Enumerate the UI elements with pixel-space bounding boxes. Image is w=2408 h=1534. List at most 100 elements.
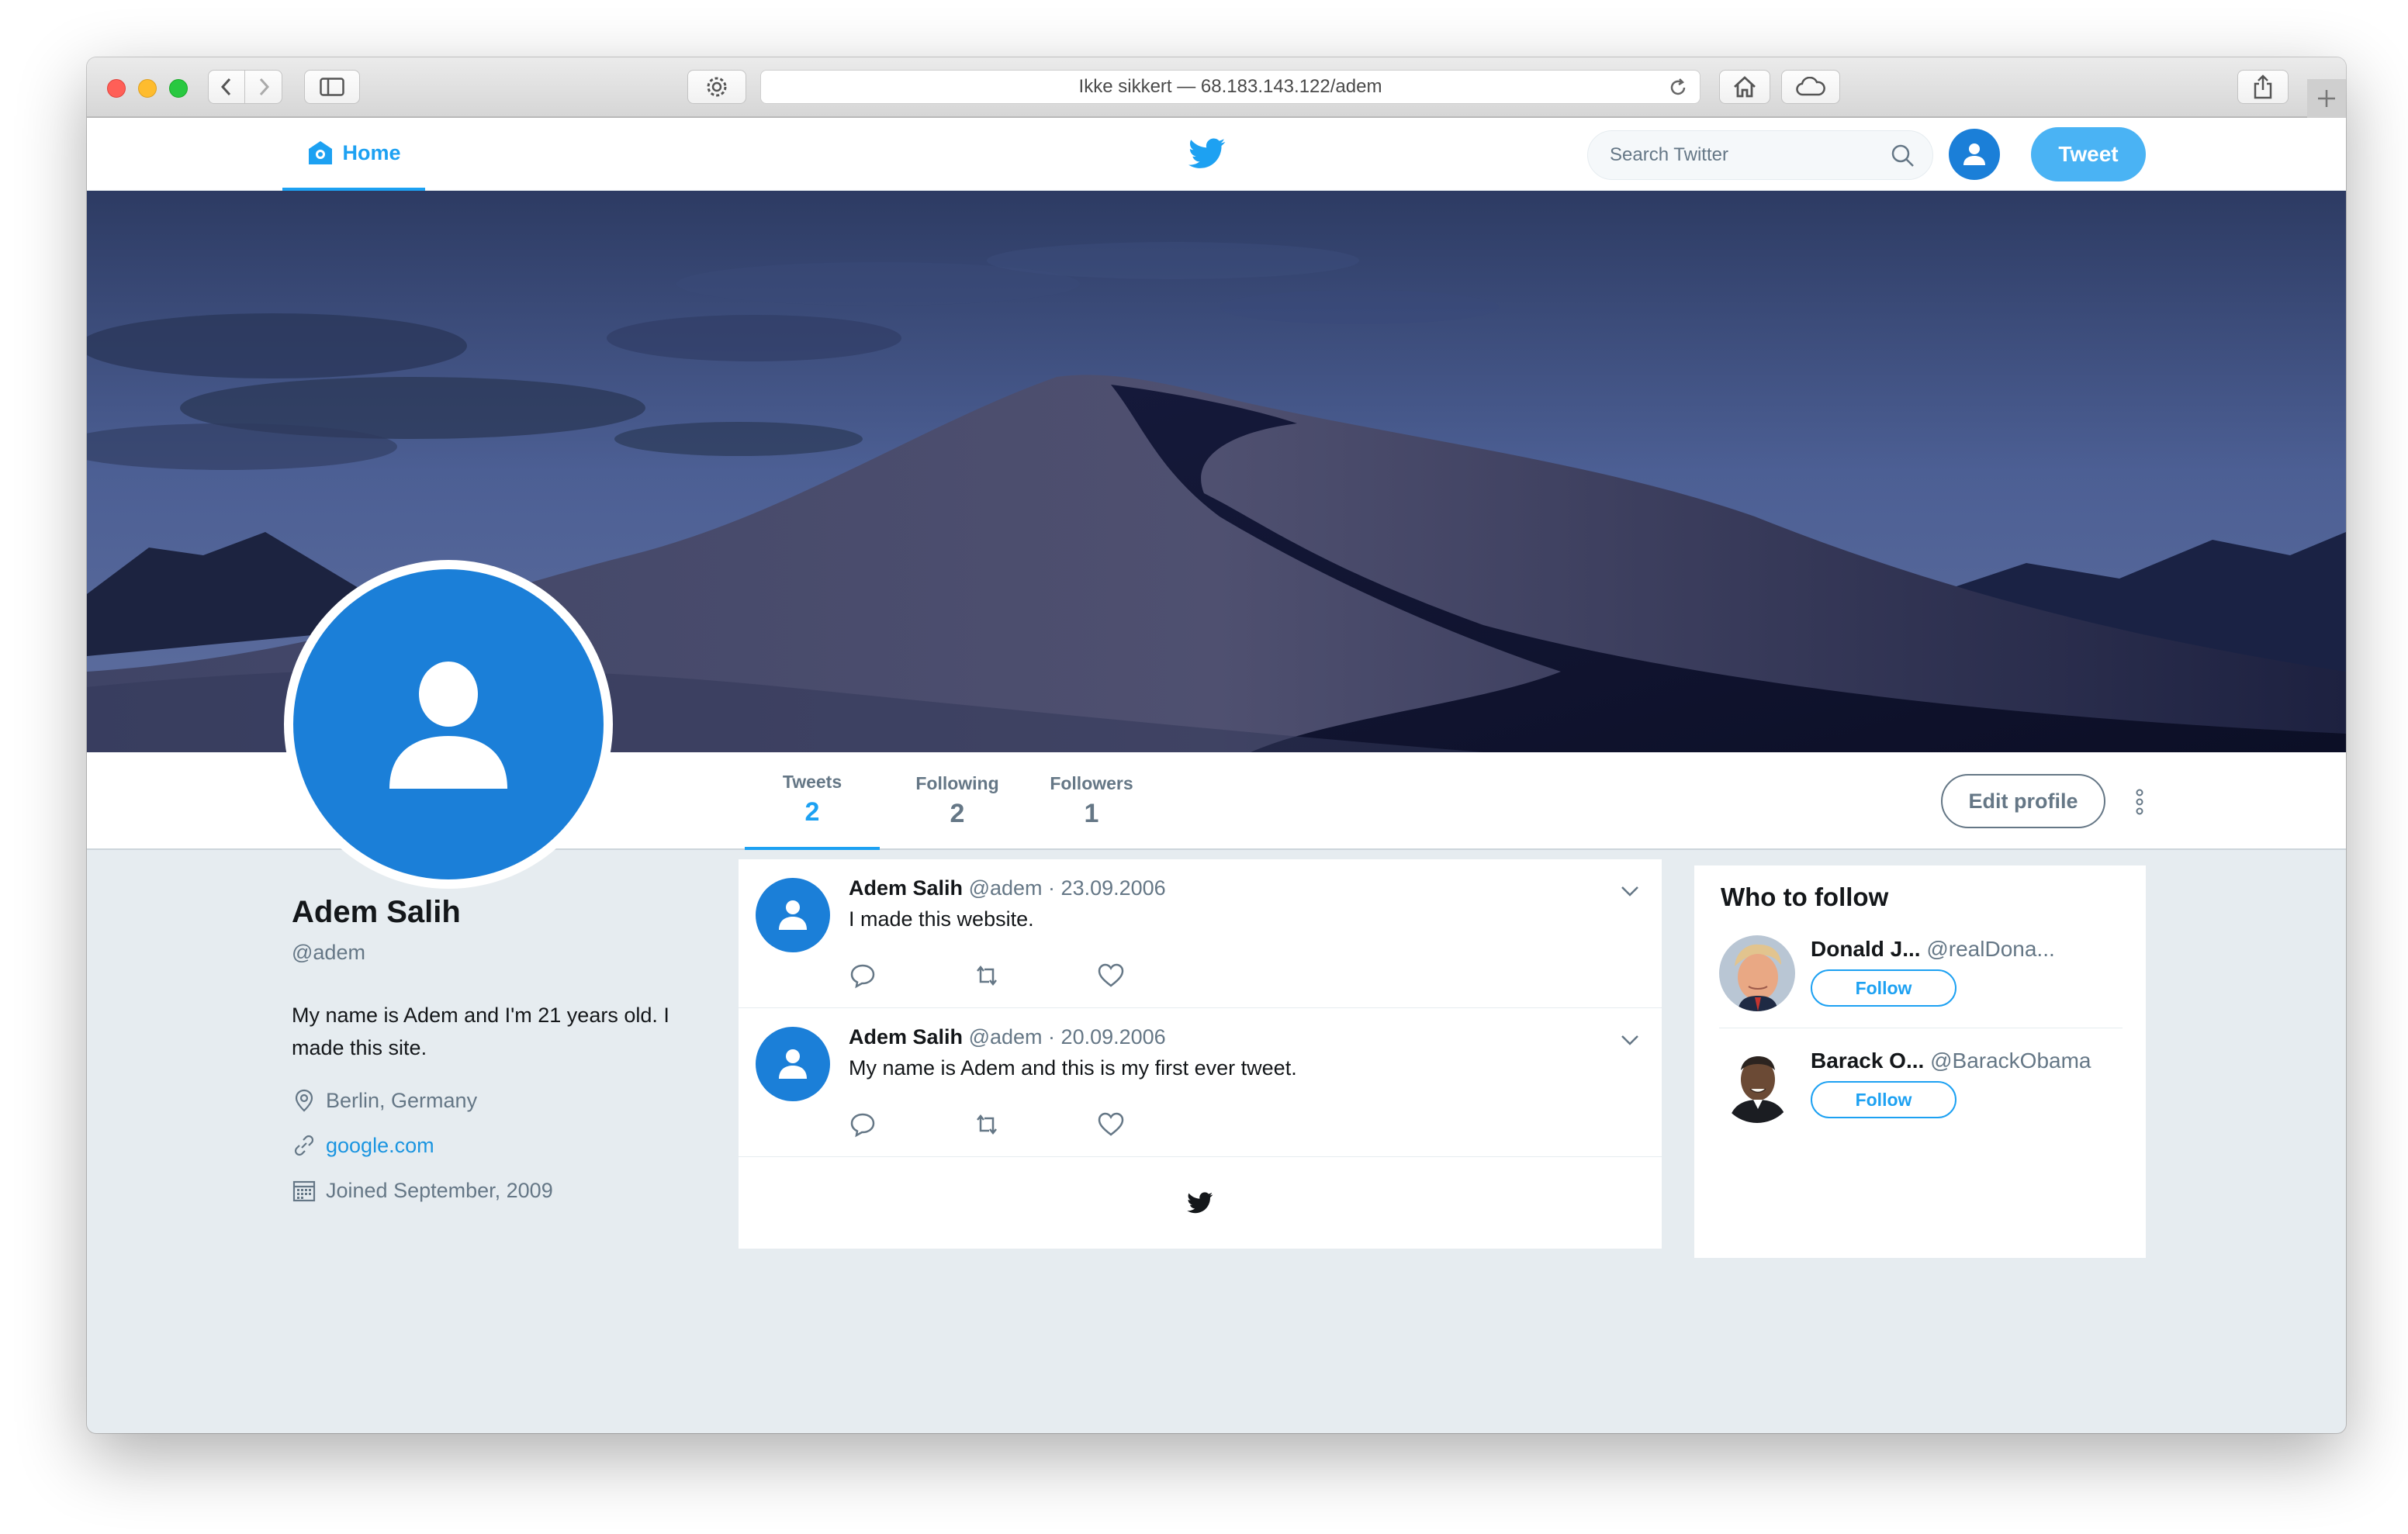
new-tab-button[interactable]	[2307, 79, 2346, 118]
followers-label: Followers	[1050, 773, 1133, 793]
tweet-actions	[849, 962, 1221, 990]
address-text: Ikke sikkert — 68.183.143.122/adem	[1078, 76, 1382, 97]
more-options-icon[interactable]	[2132, 786, 2147, 817]
extension-button[interactable]	[687, 70, 746, 104]
follow-button[interactable]: Follow	[1811, 1081, 1956, 1118]
followers-count: 1	[1084, 799, 1099, 828]
sidebar-toggle-button[interactable]	[304, 70, 360, 104]
suggested-user-name: Donald J... @realDona...	[1811, 937, 2055, 962]
tweet-author[interactable]: Adem Salih	[849, 1025, 963, 1049]
suggested-user-name: Barack O... @BarackObama	[1811, 1049, 2091, 1073]
tab-tweets[interactable]: Tweets 2	[745, 752, 880, 850]
tweet-text: My name is Adem and this is my first eve…	[849, 1056, 1297, 1080]
location-text: Berlin, Germany	[326, 1088, 478, 1112]
sidebar-icon	[320, 78, 344, 96]
barack-avatar-image	[1719, 1047, 1795, 1123]
icloud-tabs-button[interactable]	[1781, 70, 1840, 104]
tweet-separator: ·	[1048, 1025, 1056, 1049]
who-to-follow-card: Who to follow Donald J... @realDona... F…	[1694, 865, 2146, 1258]
search-bar[interactable]	[1587, 130, 1933, 180]
donald-avatar-image	[1719, 935, 1795, 1011]
tweets-label: Tweets	[782, 772, 842, 792]
chevron-right-icon	[259, 78, 269, 96]
home-tab-label: Home	[342, 140, 401, 164]
retweet-icon[interactable]	[973, 962, 1001, 990]
suggested-user-handle[interactable]: @realDona...	[1926, 937, 2054, 961]
account-avatar[interactable]	[1949, 129, 2000, 180]
profile-handle: @adem	[292, 941, 365, 964]
reload-icon[interactable]	[1667, 77, 1689, 98]
tweet-author[interactable]: Adem Salih	[849, 876, 963, 900]
like-heart-icon[interactable]	[1097, 1111, 1125, 1138]
website-link[interactable]: google.com	[326, 1134, 434, 1158]
user-icon	[1963, 143, 1985, 165]
tweet-actions	[849, 1111, 1221, 1138]
edit-profile-button[interactable]: Edit profile	[1941, 774, 2105, 828]
avatar[interactable]	[1719, 1047, 1795, 1123]
suggested-user-display-name[interactable]: Barack O...	[1811, 1049, 1924, 1073]
tweet-date[interactable]: 23.09.2006	[1061, 876, 1166, 900]
joined-text: Joined September, 2009	[326, 1178, 553, 1202]
tweet-header: Adem Salih @adem · 20.09.2006	[849, 1025, 1166, 1049]
back-button[interactable]	[208, 70, 245, 104]
twitter-logo-icon	[1187, 1192, 1213, 1214]
zoom-window-button[interactable]	[169, 79, 188, 98]
profile-info-card: Adem Salih @adem My name is Adem and I'm…	[292, 895, 726, 1205]
follow-button[interactable]: Follow	[1811, 969, 1956, 1007]
plus-icon	[2318, 90, 2335, 107]
close-window-button[interactable]	[107, 79, 126, 98]
tweet-button[interactable]: Tweet	[2031, 127, 2146, 181]
browser-window: Ikke sikkert — 68.183.143.122/adem Home	[87, 57, 2346, 1433]
reply-icon[interactable]	[849, 962, 877, 990]
profile-avatar[interactable]	[284, 560, 613, 889]
top-navigation: Home Tweet	[87, 118, 2346, 191]
suggested-user-display-name[interactable]: Donald J...	[1811, 937, 1921, 961]
search-icon[interactable]	[1891, 143, 1915, 168]
tweet-handle[interactable]: @adem	[969, 1025, 1043, 1049]
tweet-handle[interactable]: @adem	[969, 876, 1043, 900]
chevron-down-icon[interactable]	[1618, 879, 1642, 903]
tweet-timeline: Adem Salih @adem · 23.09.2006 I made thi…	[739, 859, 1662, 1249]
suggested-user: Barack O... @BarackObama Follow	[1719, 1047, 2123, 1146]
tweet-avatar[interactable]	[756, 878, 830, 952]
suggested-user: Donald J... @realDona... Follow	[1719, 935, 2123, 1028]
tab-following[interactable]: Following 2	[889, 752, 1026, 850]
tweet-text: I made this website.	[849, 907, 1034, 931]
retweet-icon[interactable]	[973, 1111, 1001, 1138]
tweet-separator: ·	[1048, 876, 1056, 900]
user-icon	[389, 662, 507, 789]
reply-icon[interactable]	[849, 1111, 877, 1138]
calendar-icon	[292, 1180, 316, 1202]
share-icon	[2254, 74, 2272, 99]
avatar[interactable]	[1719, 935, 1795, 1011]
chevron-down-icon[interactable]	[1618, 1028, 1642, 1052]
suggested-user-handle[interactable]: @BarackObama	[1930, 1049, 2091, 1073]
address-bar[interactable]: Ikke sikkert — 68.183.143.122/adem	[760, 70, 1700, 104]
home-button[interactable]	[1719, 70, 1770, 104]
tweet-item[interactable]: Adem Salih @adem · 20.09.2006 My name is…	[739, 1008, 1662, 1157]
following-count: 2	[950, 799, 965, 828]
tab-home[interactable]: Home	[282, 118, 425, 191]
forward-button[interactable]	[245, 70, 282, 104]
profile-joined: Joined September, 2009	[292, 1176, 726, 1205]
tweet-item[interactable]: Adem Salih @adem · 23.09.2006 I made thi…	[739, 859, 1662, 1008]
profile-location: Berlin, Germany	[292, 1086, 726, 1115]
search-input[interactable]	[1610, 144, 1873, 166]
timeline-end	[739, 1157, 1662, 1249]
profile-website: google.com	[292, 1131, 726, 1160]
home-icon	[309, 141, 333, 164]
location-pin-icon	[295, 1089, 313, 1112]
minimize-window-button[interactable]	[138, 79, 157, 98]
like-heart-icon[interactable]	[1097, 962, 1125, 990]
tweet-header: Adem Salih @adem · 23.09.2006	[849, 876, 1166, 900]
tab-followers[interactable]: Followers 1	[1026, 752, 1157, 850]
tweet-date[interactable]: 20.09.2006	[1061, 1025, 1166, 1049]
twitter-logo-icon[interactable]	[1188, 136, 1226, 171]
home-icon	[1734, 76, 1756, 98]
who-to-follow-title: Who to follow	[1721, 883, 1889, 911]
share-button[interactable]	[2237, 70, 2289, 104]
profile-bio: My name is Adem and I'm 21 years old. I …	[292, 1004, 669, 1059]
tweet-avatar[interactable]	[756, 1027, 830, 1101]
gear-icon	[707, 77, 727, 97]
user-icon	[779, 1049, 807, 1079]
